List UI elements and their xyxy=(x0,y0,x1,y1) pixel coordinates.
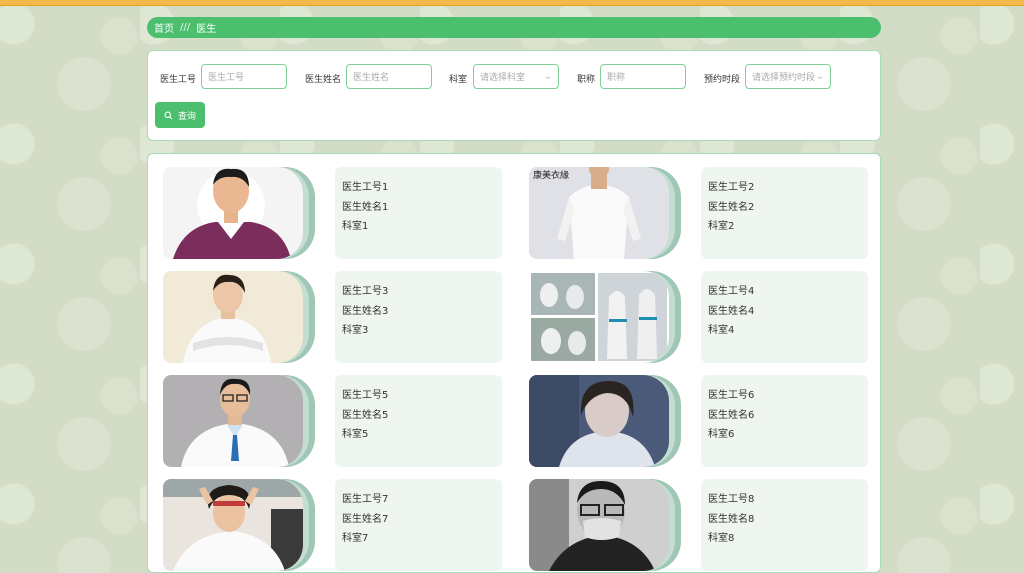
doctor-photo-frame xyxy=(529,479,681,571)
title-label: 职称 xyxy=(577,75,596,85)
doctor-card[interactable]: 康美衣緣 医生工号2 医生姓名2 科室2 xyxy=(529,167,880,259)
doctor-info: 医生工号5 医生姓名5 科室5 xyxy=(335,375,502,467)
doctor-card[interactable]: 医生工号3 医生姓名3 科室3 xyxy=(163,271,519,363)
doctor-photo[interactable]: 康美衣緣 xyxy=(529,167,669,259)
doctor-department: 科室5 xyxy=(342,429,369,441)
doctor-photo[interactable] xyxy=(529,375,669,467)
title-placeholder: 职称 xyxy=(607,73,626,83)
department-select[interactable]: 请选择科室 ⌄ xyxy=(473,64,559,89)
query-button[interactable]: 查询 xyxy=(155,102,205,128)
doctor-info: 医生工号8 医生姓名8 科室8 xyxy=(701,479,868,571)
doctor-list: 医生工号1 医生姓名1 科室1 康美衣緣 医生工号2 医生姓名2 科室2 医生工… xyxy=(147,153,881,573)
doctor-card[interactable]: 医生工号5 医生姓名5 科室5 xyxy=(163,375,519,467)
breadcrumb-home[interactable]: 首页 xyxy=(154,20,174,35)
chevron-down-icon: ⌄ xyxy=(815,71,824,82)
doctor-photo-frame xyxy=(163,271,315,363)
doctor-department: 科室7 xyxy=(342,533,369,545)
doctor-id: 医生工号3 xyxy=(342,286,389,297)
time-slot-label: 预约时段 xyxy=(704,75,741,85)
search-icon xyxy=(164,111,173,119)
doctor-photo-frame: 康美衣緣 xyxy=(529,167,681,259)
doctor-id: 医生工号4 xyxy=(708,286,755,297)
doctor-photo[interactable] xyxy=(529,271,669,363)
query-button-label: 查询 xyxy=(177,111,196,122)
doctor-card[interactable]: 医生工号8 医生姓名8 科室8 xyxy=(529,479,880,571)
doctor-name: 医生姓名7 xyxy=(342,513,389,525)
time-slot-placeholder: 请选择预约时段 xyxy=(752,73,816,83)
doctor-photo[interactable] xyxy=(163,375,303,467)
department-placeholder: 请选择科室 xyxy=(480,73,526,83)
doctor-department: 科室3 xyxy=(342,325,369,337)
doctor-photo[interactable] xyxy=(529,479,669,571)
doctor-photo-frame xyxy=(163,167,315,259)
doctor-department: 科室1 xyxy=(342,221,369,233)
doctor-name: 医生姓名6 xyxy=(708,409,755,421)
doctor-department: 科室2 xyxy=(708,221,735,233)
doctor-info: 医生工号6 医生姓名6 科室6 xyxy=(701,375,868,467)
doctor-card[interactable]: 医生工号7 医生姓名7 科室7 xyxy=(163,479,519,571)
doctor-department: 科室8 xyxy=(708,533,735,545)
breadcrumb-current: 医生 xyxy=(196,24,217,35)
doctor-id-label: 医生工号 xyxy=(160,75,197,85)
doctor-department: 科室4 xyxy=(708,325,735,337)
doctor-photo-frame xyxy=(163,375,315,467)
doctor-info: 医生工号7 医生姓名7 科室7 xyxy=(335,479,502,571)
doctor-name: 医生姓名5 xyxy=(342,409,389,421)
doctor-name: 医生姓名8 xyxy=(708,513,755,525)
doctor-name: 医生姓名4 xyxy=(708,305,755,317)
doctor-department: 科室6 xyxy=(708,429,735,441)
doctor-id: 医生工号5 xyxy=(342,390,389,401)
doctor-photo-frame xyxy=(529,375,681,467)
doctor-photo[interactable] xyxy=(163,271,303,363)
doctor-info: 医生工号2 医生姓名2 科室2 xyxy=(701,167,868,259)
search-panel: 医生工号 医生工号 医生姓名 医生姓名 科室 请选择科室 ⌄ 职称 职称 预约时… xyxy=(147,50,881,141)
breadcrumb: 首页 /// 医生 xyxy=(147,17,881,38)
doctor-card[interactable]: 医生工号1 医生姓名1 科室1 xyxy=(163,167,519,259)
doctor-id: 医生工号7 xyxy=(342,494,389,505)
doctor-info: 医生工号4 医生姓名4 科室4 xyxy=(701,271,868,363)
department-label: 科室 xyxy=(449,75,468,85)
doctor-id-input[interactable]: 医生工号 xyxy=(201,64,287,89)
doctor-photo-frame xyxy=(529,271,681,363)
doctor-id: 医生工号1 xyxy=(342,182,389,193)
time-slot-select[interactable]: 请选择预约时段 ⌄ xyxy=(745,64,831,89)
doctor-photo[interactable] xyxy=(163,479,303,571)
photo-caption: 康美衣緣 xyxy=(533,171,570,181)
doctor-name-label: 医生姓名 xyxy=(305,75,342,85)
title-input[interactable]: 职称 xyxy=(600,64,686,89)
doctor-photo[interactable] xyxy=(163,167,303,259)
doctor-name-input[interactable]: 医生姓名 xyxy=(346,64,432,89)
doctor-card[interactable]: 医生工号4 医生姓名4 科室4 xyxy=(529,271,880,363)
doctor-id: 医生工号8 xyxy=(708,494,755,505)
breadcrumb-separator: /// xyxy=(180,22,191,33)
doctor-id: 医生工号2 xyxy=(708,182,755,193)
chevron-down-icon: ⌄ xyxy=(543,71,552,82)
doctor-id: 医生工号6 xyxy=(708,390,755,401)
doctor-info: 医生工号1 医生姓名1 科室1 xyxy=(335,167,502,259)
doctor-info: 医生工号3 医生姓名3 科室3 xyxy=(335,271,502,363)
doctor-name: 医生姓名3 xyxy=(342,305,389,317)
doctor-card[interactable]: 医生工号6 医生姓名6 科室6 xyxy=(529,375,880,467)
doctor-name: 医生姓名2 xyxy=(708,201,755,213)
top-accent-bar xyxy=(0,0,1024,6)
doctor-name: 医生姓名1 xyxy=(342,201,389,213)
doctor-photo-frame xyxy=(163,479,315,571)
doctor-id-placeholder: 医生工号 xyxy=(208,73,245,83)
doctor-name-placeholder: 医生姓名 xyxy=(353,73,390,83)
